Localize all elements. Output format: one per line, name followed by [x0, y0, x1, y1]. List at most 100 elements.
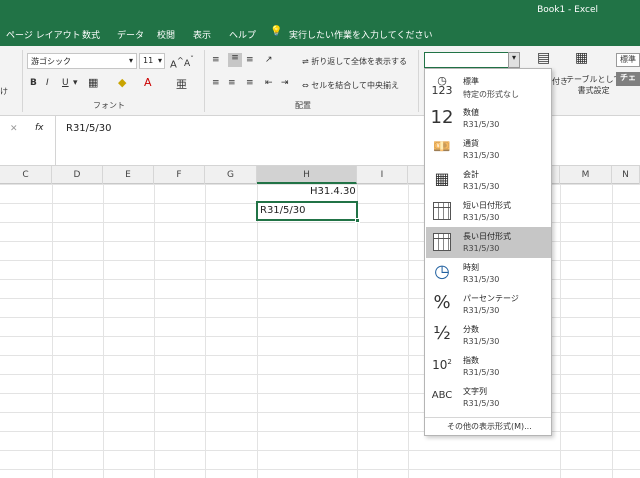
- format-name: 分数: [463, 325, 479, 334]
- indent-icon[interactable]: ⇤: [265, 78, 273, 88]
- alignment-group-label: 配置: [295, 101, 311, 110]
- merge-center-button[interactable]: ⇔ セルを結合して中央揃え: [302, 80, 399, 91]
- orientation-icon[interactable]: ↗: [265, 55, 273, 65]
- column-header[interactable]: M: [560, 166, 612, 184]
- format-item-scientific[interactable]: 102 指数 R31/5/30: [426, 351, 551, 382]
- align-center-icon[interactable]: ≡: [228, 78, 236, 88]
- cancel-icon[interactable]: ✕: [10, 124, 18, 134]
- divider: [55, 116, 56, 166]
- formula-input[interactable]: R31/5/30: [66, 123, 112, 134]
- column-header[interactable]: E: [103, 166, 154, 184]
- format-sample: R31/5/30: [463, 213, 500, 222]
- percent-icon: %: [433, 292, 451, 313]
- exponent-icon: 102: [432, 358, 452, 372]
- format-item-number[interactable]: 12 数値 R31/5/30: [426, 103, 551, 134]
- gridline: [154, 184, 155, 478]
- gridline: [205, 184, 206, 478]
- format-item-text[interactable]: ABC 文字列 R31/5/30: [426, 382, 551, 413]
- column-header[interactable]: G: [205, 166, 257, 184]
- format-item-percentage[interactable]: % パーセンテージ R31/5/30: [426, 289, 551, 320]
- phonetic-icon[interactable]: 亜: [176, 76, 187, 92]
- tab-help[interactable]: ヘルプ: [229, 28, 256, 41]
- column-header[interactable]: N: [612, 166, 640, 184]
- font-group-label: フォント: [93, 101, 125, 110]
- format-name: 短い日付形式: [463, 201, 511, 210]
- tab-formulas[interactable]: 数式: [82, 28, 100, 41]
- format-sample: R31/5/30: [463, 182, 500, 191]
- italic-button[interactable]: I: [46, 78, 49, 88]
- outdent-icon[interactable]: ⇥: [281, 78, 289, 88]
- format-name: 長い日付形式: [463, 232, 511, 241]
- font-name-select[interactable]: 游ゴシック ▾: [27, 53, 137, 69]
- border-button[interactable]: ▦: [88, 76, 98, 89]
- align-top-icon[interactable]: ≡: [212, 55, 220, 65]
- style-normal[interactable]: 標準: [616, 53, 640, 67]
- number-format-select[interactable]: ▾: [424, 52, 520, 68]
- ribbon-tabs: ページ レイアウト 数式 データ 校閲 表示 ヘルプ 💡 実行したい作業を入力し…: [0, 22, 640, 46]
- style-check-cell[interactable]: チェ: [616, 72, 640, 86]
- currency-icon: 💴: [433, 139, 451, 155]
- fraction-icon: ½: [433, 323, 451, 344]
- tab-view[interactable]: 表示: [193, 28, 211, 41]
- align-right-icon[interactable]: ≡: [246, 78, 254, 88]
- gridline: [408, 184, 409, 478]
- format-name: 数値: [463, 108, 479, 117]
- table-format-icon[interactable]: ▦: [575, 50, 588, 66]
- chevron-down-icon: ▾: [157, 56, 162, 65]
- abc-icon: ABC: [431, 390, 453, 401]
- gridline: [52, 184, 53, 478]
- align-middle-icon[interactable]: ≡: [228, 53, 242, 67]
- format-sample: R31/5/30: [463, 244, 500, 253]
- wrap-text-button[interactable]: ⇌ 折り返して全体を表示する: [302, 56, 407, 67]
- tab-review[interactable]: 校閲: [157, 28, 175, 41]
- align-left-icon[interactable]: ≡: [212, 78, 220, 88]
- format-item-time[interactable]: ◷ 時刻 R31/5/30: [426, 258, 551, 289]
- font-size-select[interactable]: 11 ▾: [139, 53, 165, 69]
- column-header[interactable]: D: [52, 166, 103, 184]
- column-header-selected[interactable]: H: [257, 166, 357, 184]
- shrink-font-button[interactable]: Aˇ: [184, 55, 194, 69]
- more-number-formats-link[interactable]: その他の表示形式(M)...: [447, 421, 532, 432]
- format-item-accounting[interactable]: ▦ 会計 R31/5/30: [426, 165, 551, 196]
- fill-handle[interactable]: [355, 218, 360, 223]
- active-cell-value: R31/5/30: [260, 205, 306, 216]
- format-item-fraction[interactable]: ½ 分数 R31/5/30: [426, 320, 551, 351]
- divider: [22, 50, 23, 112]
- underline-button[interactable]: U: [62, 78, 69, 88]
- column-header[interactable]: F: [154, 166, 205, 184]
- format-name: 指数: [463, 356, 479, 365]
- conditional-format-icon[interactable]: ▤: [537, 50, 550, 66]
- format-item-long-date[interactable]: 長い日付形式 R31/5/30: [426, 227, 551, 258]
- format-item-currency[interactable]: 💴 通貨 R31/5/30: [426, 134, 551, 165]
- format-as-table-button[interactable]: テーブルとして 書式設定: [566, 74, 621, 96]
- gridline: [560, 184, 561, 478]
- paste-partial[interactable]: け: [0, 86, 8, 97]
- chevron-down-icon[interactable]: ▾: [508, 52, 520, 68]
- format-sample: R31/5/30: [463, 120, 500, 129]
- number-format-dropdown: ◷ 123 標準 特定の形式なし 12 数値 R31/5/30 💴 通貨 R31/…: [424, 68, 552, 436]
- divider: [204, 50, 205, 112]
- insert-function-icon[interactable]: fx: [35, 123, 44, 133]
- font-name-value: 游ゴシック: [31, 57, 71, 66]
- format-sample: R31/5/30: [463, 337, 500, 346]
- grow-font-button[interactable]: A^: [170, 55, 184, 70]
- tab-data[interactable]: データ: [117, 28, 144, 41]
- format-item-short-date[interactable]: 短い日付形式 R31/5/30: [426, 196, 551, 227]
- align-bottom-icon[interactable]: ≡: [246, 55, 254, 65]
- column-header[interactable]: I: [357, 166, 408, 184]
- tab-page-layout[interactable]: ページ レイアウト: [6, 28, 81, 41]
- format-sample: R31/5/30: [463, 151, 500, 160]
- window-title: Book1 - Excel: [537, 5, 598, 15]
- font-size-value: 11: [143, 56, 154, 65]
- fill-color-icon[interactable]: ◆: [118, 76, 126, 89]
- cell-h-value[interactable]: H31.4.30: [310, 186, 356, 197]
- bold-button[interactable]: B: [30, 78, 37, 88]
- column-header[interactable]: C: [0, 166, 52, 184]
- lightbulb-icon: 💡: [270, 26, 283, 37]
- number-12-icon: 12: [430, 107, 454, 128]
- format-item-general[interactable]: ◷ 123 標準 特定の形式なし: [426, 72, 551, 103]
- font-color-icon[interactable]: A: [144, 76, 152, 89]
- tell-me-search[interactable]: 実行したい作業を入力してください: [289, 28, 432, 41]
- active-cell[interactable]: R31/5/30: [256, 201, 360, 223]
- chevron-down-icon[interactable]: ▾: [73, 78, 78, 88]
